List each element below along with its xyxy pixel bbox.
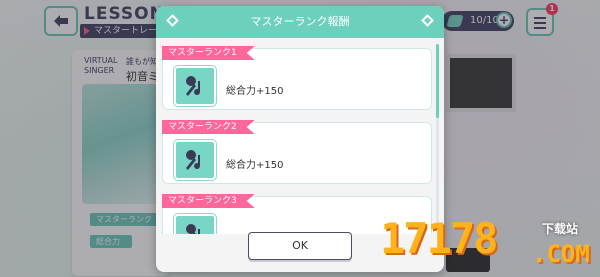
reward-list[interactable]: マスターランク1 総合力+150 マスターランク2 総合力+150 マスターラン… [162,40,432,234]
microphone-note-icon [173,139,217,181]
list-item: マスターランク2 総合力+150 [162,114,432,188]
microphone-note-icon [173,213,217,234]
list-scrollbar[interactable] [436,44,439,230]
watermark-digits: 17178 [380,214,498,263]
watermark-site-name: 下载站 [542,222,579,236]
reward-value: 総合力+150 [226,160,284,171]
watermark-domain: .COM [532,240,590,268]
site-watermark: 17178 .COM 下载站 [380,216,590,276]
list-item: マスターランク1 総合力+150 [162,40,432,114]
scroll-thumb[interactable] [436,44,439,118]
dialog-header: マスターランク報酬 [156,6,444,38]
ok-button[interactable]: OK [248,232,352,260]
diamond-icon [166,14,179,27]
rank-ribbon: マスターランク2 [162,120,255,134]
diamond-icon [421,14,434,27]
microphone-note-icon [173,65,217,107]
rank-ribbon: マスターランク3 [162,194,255,208]
rank-ribbon: マスターランク1 [162,46,255,60]
dialog-title: マスターランク報酬 [250,15,350,28]
reward-value: 総合力+150 [226,86,284,97]
